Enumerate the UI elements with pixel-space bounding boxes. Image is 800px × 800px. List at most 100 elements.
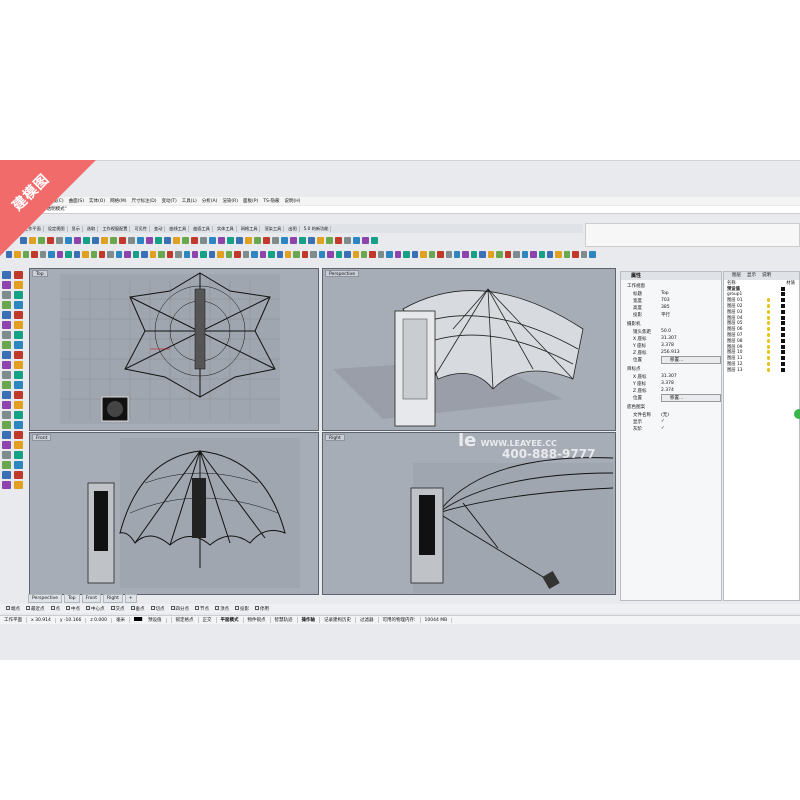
tool-icon[interactable] [236,236,243,244]
tool-icon[interactable] [369,250,376,258]
tool-icon[interactable] [14,341,23,349]
osnap-checkbox[interactable] [50,606,55,610]
tool-icon[interactable] [14,361,23,369]
tool-icon[interactable] [2,441,11,449]
tool-icon[interactable] [353,236,360,244]
tool-icon[interactable] [2,411,11,419]
lightbulb-icon[interactable] [767,356,770,361]
osnap-checkbox[interactable] [195,606,199,610]
lightbulb-icon[interactable] [767,309,770,314]
tool-icon[interactable] [14,421,23,429]
viewport-perspective[interactable]: Perspective [322,268,616,431]
tool-icon[interactable] [2,321,11,329]
status-mode-button[interactable]: 物件锁点 [244,617,271,623]
tool-icon[interactable] [437,250,444,258]
lightbulb-icon[interactable] [767,304,770,309]
tool-icon[interactable] [208,250,216,258]
viewport-tab[interactable]: Right [103,594,123,603]
osnap-option[interactable]: 切点 [150,606,165,612]
tool-icon[interactable] [496,250,503,258]
property-value[interactable]: 3.378 [661,343,721,348]
lightbulb-icon[interactable] [767,327,770,332]
tool-icon[interactable] [14,481,23,489]
layer-color-swatch[interactable] [781,344,785,349]
tool-icon[interactable] [293,250,300,258]
lightbulb-icon[interactable] [767,362,770,367]
tool-icon[interactable] [2,301,11,309]
viewport-right[interactable]: Right le WWW.LEAYEE.CC 400-888-9777 [322,432,616,595]
lightbulb-icon[interactable] [767,338,770,343]
tool-icon[interactable] [470,250,478,258]
tool-icon[interactable] [2,311,11,319]
layer-color-swatch[interactable] [781,338,785,343]
osnap-option[interactable]: 垂点 [130,606,145,612]
viewport-tab[interactable]: Front [81,594,102,603]
tool-icon[interactable] [107,250,114,258]
tool-icon[interactable] [218,236,225,244]
tool-icon[interactable] [166,250,174,258]
tool-icon[interactable] [137,236,144,244]
tool-icon[interactable] [521,250,529,258]
tool-icon[interactable] [119,236,126,244]
property-value[interactable]: 31.307 [661,336,721,341]
tool-icon[interactable] [572,250,579,258]
osnap-checkbox[interactable] [255,606,259,610]
tool-icon[interactable] [14,471,23,479]
osnap-option[interactable]: 最近点 [26,606,45,612]
lightbulb-icon[interactable] [767,315,770,320]
tool-icon[interactable] [462,250,469,258]
tool-icon[interactable] [2,481,11,489]
tool-icon[interactable] [132,250,140,258]
toolbar-tab[interactable]: 曲面工具 [191,225,213,232]
tool-icon[interactable] [281,236,288,244]
tool-icon[interactable] [2,291,11,299]
menu-item[interactable]: 工具(L) [182,198,197,204]
tool-icon[interactable] [538,250,545,258]
menu-item[interactable]: TS-隐蔽 [263,198,279,204]
tool-icon[interactable] [158,250,165,258]
property-value[interactable]: Top [661,291,721,296]
tool-icon[interactable] [268,250,275,258]
tool-icon[interactable] [2,341,11,349]
tool-icon[interactable] [2,421,11,429]
osnap-option[interactable]: 投影 [235,606,249,612]
layer-color-swatch[interactable] [781,356,785,361]
layer-color-swatch[interactable] [781,286,785,291]
toolbar-tab[interactable]: 可见性 [132,225,151,232]
layer-color-swatch[interactable] [781,304,785,309]
tool-icon[interactable] [14,451,23,459]
tool-icon[interactable] [2,361,11,369]
property-value[interactable]: 256.913 [661,350,721,355]
layer-color-swatch[interactable] [781,367,785,372]
tool-icon[interactable] [335,250,343,258]
tool-icon[interactable] [225,250,233,258]
lightbulb-icon[interactable] [767,333,770,338]
tool-icon[interactable] [175,250,182,258]
tool-icon[interactable] [141,250,148,258]
tool-icon[interactable] [254,236,261,244]
tool-icon[interactable] [14,431,23,439]
status-mode-button[interactable]: 正交 [199,617,217,623]
tool-icon[interactable] [14,271,23,279]
tool-icon[interactable] [530,250,537,258]
tool-icon[interactable] [191,250,199,258]
viewport-top[interactable]: Top [29,268,319,431]
tool-icon[interactable] [2,281,11,289]
property-value[interactable]: 3.378 [661,381,721,386]
layer-color-swatch[interactable] [781,333,785,338]
tool-icon[interactable] [234,250,241,258]
tool-icon[interactable] [101,236,108,244]
tool-icon[interactable] [308,236,315,244]
menu-item[interactable]: 网格(M) [110,198,126,204]
toolbar-tab[interactable]: 实体工具 [215,225,237,232]
lightbulb-icon[interactable] [767,344,770,349]
status-mode-button[interactable]: 平面模式 [217,617,244,623]
osnap-option[interactable]: 交点 [110,606,125,612]
lightbulb-icon[interactable] [767,367,770,372]
tool-icon[interactable] [124,250,131,258]
tool-icon[interactable] [14,321,23,329]
tool-icon[interactable] [128,236,135,244]
tool-icon[interactable] [563,250,571,258]
tool-icon[interactable] [310,250,317,258]
osnap-option[interactable]: 节点 [195,606,209,612]
